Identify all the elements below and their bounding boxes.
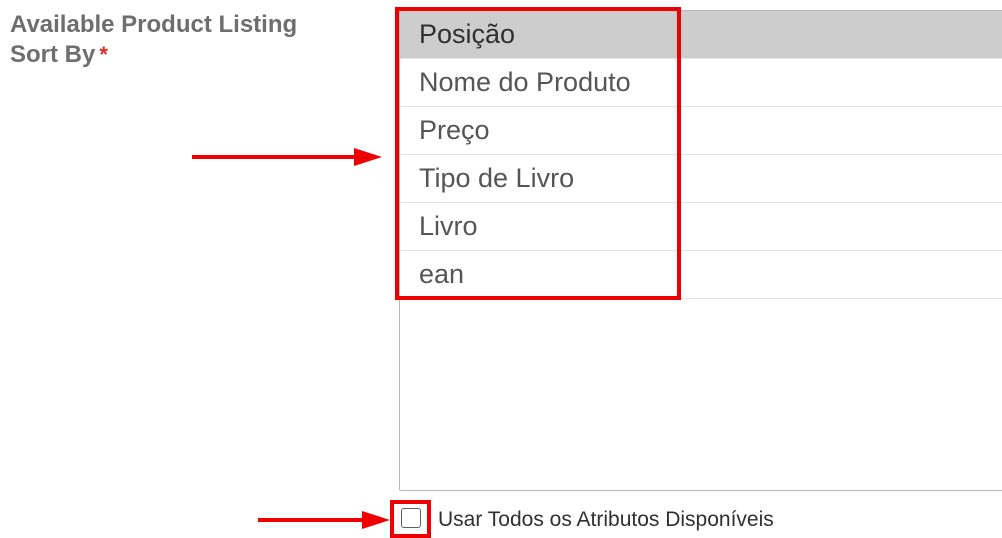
right-arrow-icon xyxy=(192,148,382,166)
field-label-line2: Sort By * xyxy=(10,40,370,70)
field-label: Available Product Listing Sort By * xyxy=(10,10,370,70)
use-all-attributes-label[interactable]: Usar Todos os Atributos Disponíveis xyxy=(438,507,774,533)
options-highlight-box xyxy=(395,7,681,300)
right-arrow-icon xyxy=(258,511,390,529)
required-marker: * xyxy=(99,42,108,67)
field-label-line1: Available Product Listing xyxy=(10,11,298,38)
checkbox-highlight-box xyxy=(390,500,431,538)
field-label-line2-text: Sort By xyxy=(10,41,96,68)
